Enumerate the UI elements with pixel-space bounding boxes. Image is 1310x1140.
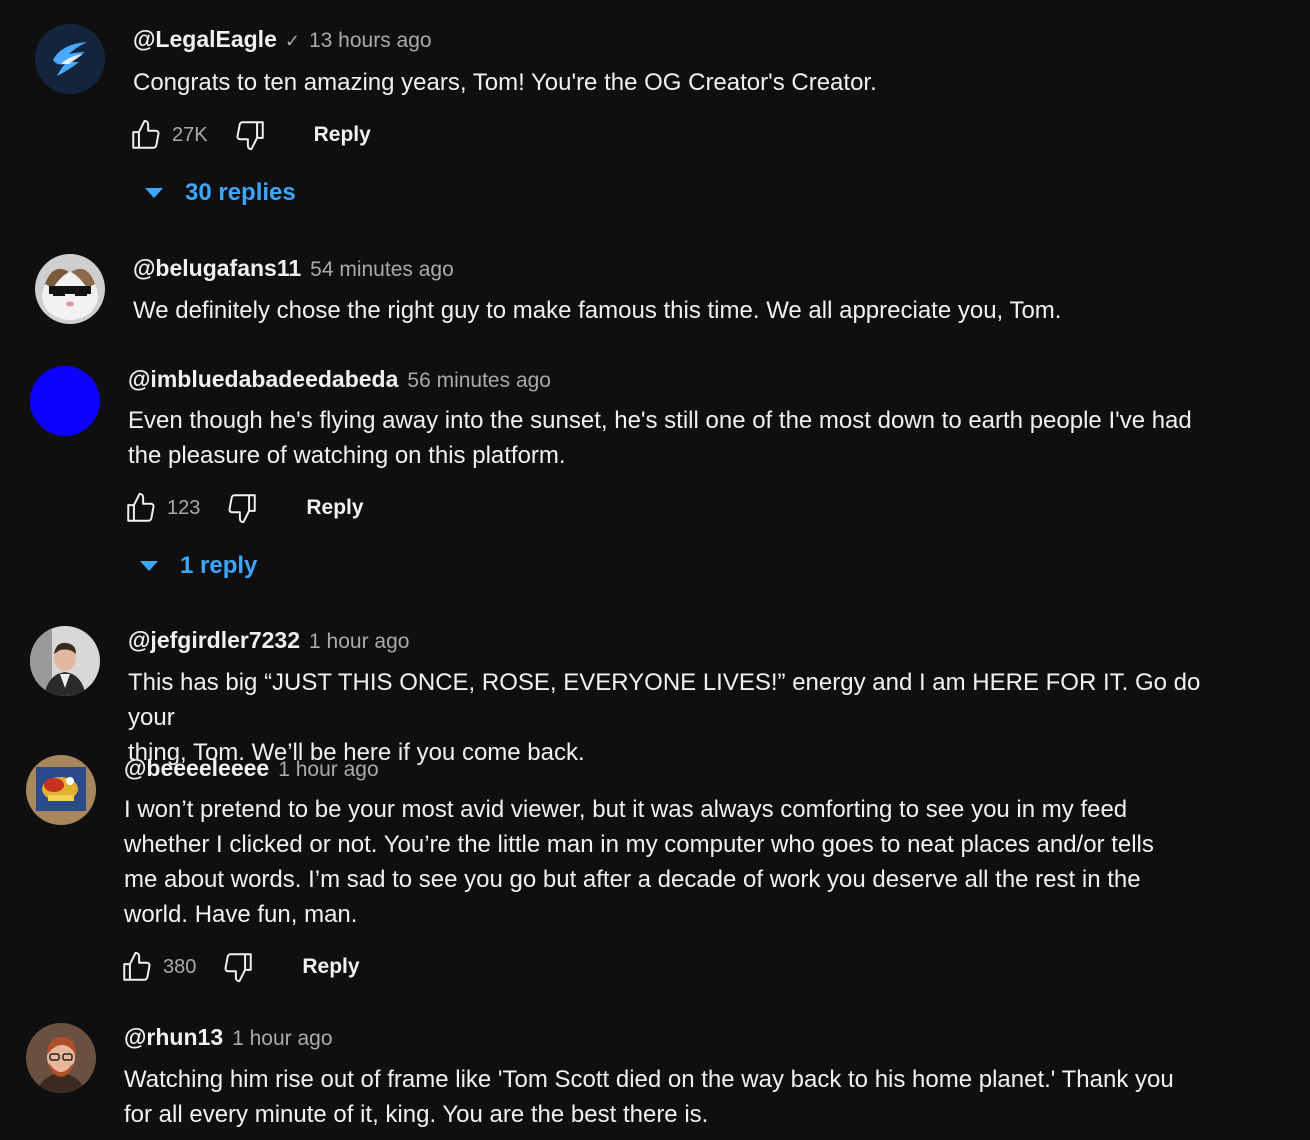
comment-header: @beeeeleeee 1 hour ago [124,755,379,782]
author-name[interactable]: @rhun13 [124,1024,223,1051]
like-count: 380 [163,955,197,978]
author-name[interactable]: @jefgirdler7232 [128,627,300,654]
comment-timestamp[interactable]: 54 minutes ago [310,258,454,282]
comment-text: Watching him rise out of frame like 'Tom… [124,1062,1214,1132]
author-name[interactable]: @belugafans11 [133,255,301,282]
comment-actions: 123 Reply [123,488,364,528]
comment-timestamp[interactable]: 1 hour ago [309,630,409,654]
comment-timestamp[interactable]: 56 minutes ago [407,369,551,393]
comment-text-line: Congrats to ten amazing years, Tom! You'… [133,69,877,96]
view-replies-button[interactable]: 1 reply [140,552,257,580]
comment-text-line: whether I clicked or not. You’re the lit… [124,831,1154,858]
comment-text: We definitely chose the right guy to mak… [133,293,1223,328]
man-avatar-icon [26,1023,96,1093]
legaleagle-logo-icon [35,24,105,94]
comment-text-line: I won’t pretend to be your most avid vie… [124,796,1128,823]
comment-header: @imbluedabadeedabeda 56 minutes ago [128,366,551,393]
comment-text: Congrats to ten amazing years, Tom! You'… [133,65,1223,100]
avatar[interactable] [35,24,105,94]
avatar[interactable] [30,626,100,696]
comment-text: I won’t pretend to be your most avid vie… [124,792,1214,932]
thumbs-down-icon [224,953,253,983]
comment-timestamp[interactable]: 1 hour ago [278,758,378,782]
comment-actions: 27K Reply [128,115,371,155]
like-button[interactable] [119,949,155,985]
comment-text-line: Watching him rise out of frame like 'Tom… [124,1066,1174,1093]
author-name[interactable]: @LegalEagle [133,26,277,53]
dislike-button[interactable] [232,117,268,153]
reply-button[interactable]: Reply [314,123,371,147]
art-avatar-icon [26,755,96,825]
comment-header: @LegalEagle ✓ 13 hours ago [133,26,432,53]
comment-text-line: Even though he's flying away into the su… [128,407,1192,434]
replies-count-label: 30 replies [185,179,296,206]
dislike-button[interactable] [220,949,256,985]
thumbs-up-icon [123,951,151,981]
like-count: 123 [167,496,201,519]
comment-timestamp[interactable]: 1 hour ago [232,1027,332,1051]
view-replies-button[interactable]: 30 replies [145,179,296,207]
thumbs-up-icon [127,492,155,522]
comment-text-line: for all every minute of it, king. You ar… [124,1101,709,1128]
man-avatar-icon [30,626,100,696]
dislike-button[interactable] [224,490,260,526]
like-button[interactable] [128,117,164,153]
comment-header: @belugafans11 54 minutes ago [133,255,454,282]
reply-button[interactable]: Reply [302,955,359,979]
thumbs-down-icon [236,121,264,151]
avatar[interactable] [26,755,96,825]
avatar[interactable] [26,1023,96,1093]
comment-timestamp[interactable]: 13 hours ago [309,29,432,53]
author-name[interactable]: @imbluedabadeedabeda [128,366,398,393]
author-name[interactable]: @beeeeleeee [124,755,269,782]
comment-header: @rhun13 1 hour ago [124,1024,333,1051]
avatar[interactable] [30,366,100,436]
comment-text: Even though he's flying away into the su… [128,403,1218,473]
comment-text-line: me about words. I’m sad to see you go bu… [124,866,1141,893]
thumbs-up-icon [132,119,160,149]
comment-text-line: world. Have fun, man. [124,901,358,928]
caret-down-icon [140,561,158,571]
avatar[interactable] [35,254,105,324]
like-count: 27K [172,123,208,146]
caret-down-icon [145,188,163,198]
reply-button[interactable]: Reply [306,496,363,520]
cat-avatar-icon [35,254,105,324]
verified-check-icon: ✓ [284,31,300,51]
comment-text-line: This has big “JUST THIS ONCE, ROSE, EVER… [128,669,1201,731]
thumbs-down-icon [228,494,257,524]
comment-header: @jefgirdler7232 1 hour ago [128,627,409,654]
replies-count-label: 1 reply [180,552,258,579]
comment-text-line: the pleasure of watching on this platfor… [128,442,566,469]
comment-actions: 380 Reply [119,947,360,987]
comment-text-line: We definitely chose the right guy to mak… [133,297,1062,324]
like-button[interactable] [123,490,159,526]
